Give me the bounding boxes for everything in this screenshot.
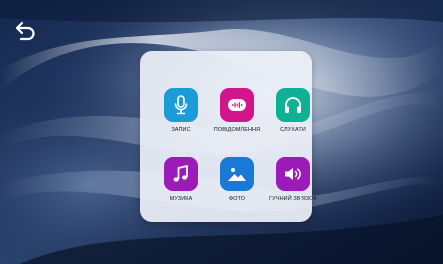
record-tile[interactable]: ЗАПИС [152, 88, 210, 152]
intercom-screen: ЗАПИС ПОВІДОМЛЕННЯ СЛУХАТИ МУЗИКА ФОТО Г… [0, 0, 443, 264]
menu-panel: ЗАПИС ПОВІДОМЛЕННЯ СЛУХАТИ МУЗИКА ФОТО Г… [140, 51, 317, 222]
back-button[interactable] [14, 20, 38, 42]
speakerphone-label: ГУЧНИЙ ЗВ'ЯЗОК [269, 196, 317, 202]
voicemail-icon [220, 88, 254, 122]
photo-icon [220, 157, 254, 191]
speakerphone-tile[interactable]: ГУЧНИЙ ЗВ'ЯЗОК [264, 157, 322, 221]
music-note-icon [164, 157, 198, 191]
listen-tile[interactable]: СЛУХАТИ [264, 88, 322, 152]
speaker-icon [276, 157, 310, 191]
messages-tile[interactable]: ПОВІДОМЛЕННЯ [208, 88, 266, 152]
listen-label: СЛУХАТИ [280, 127, 306, 133]
headphones-icon [276, 88, 310, 122]
microphone-icon [164, 88, 198, 122]
photo-tile[interactable]: ФОТО [208, 157, 266, 221]
music-tile[interactable]: МУЗИКА [152, 157, 210, 221]
back-arrow-icon [15, 21, 35, 41]
